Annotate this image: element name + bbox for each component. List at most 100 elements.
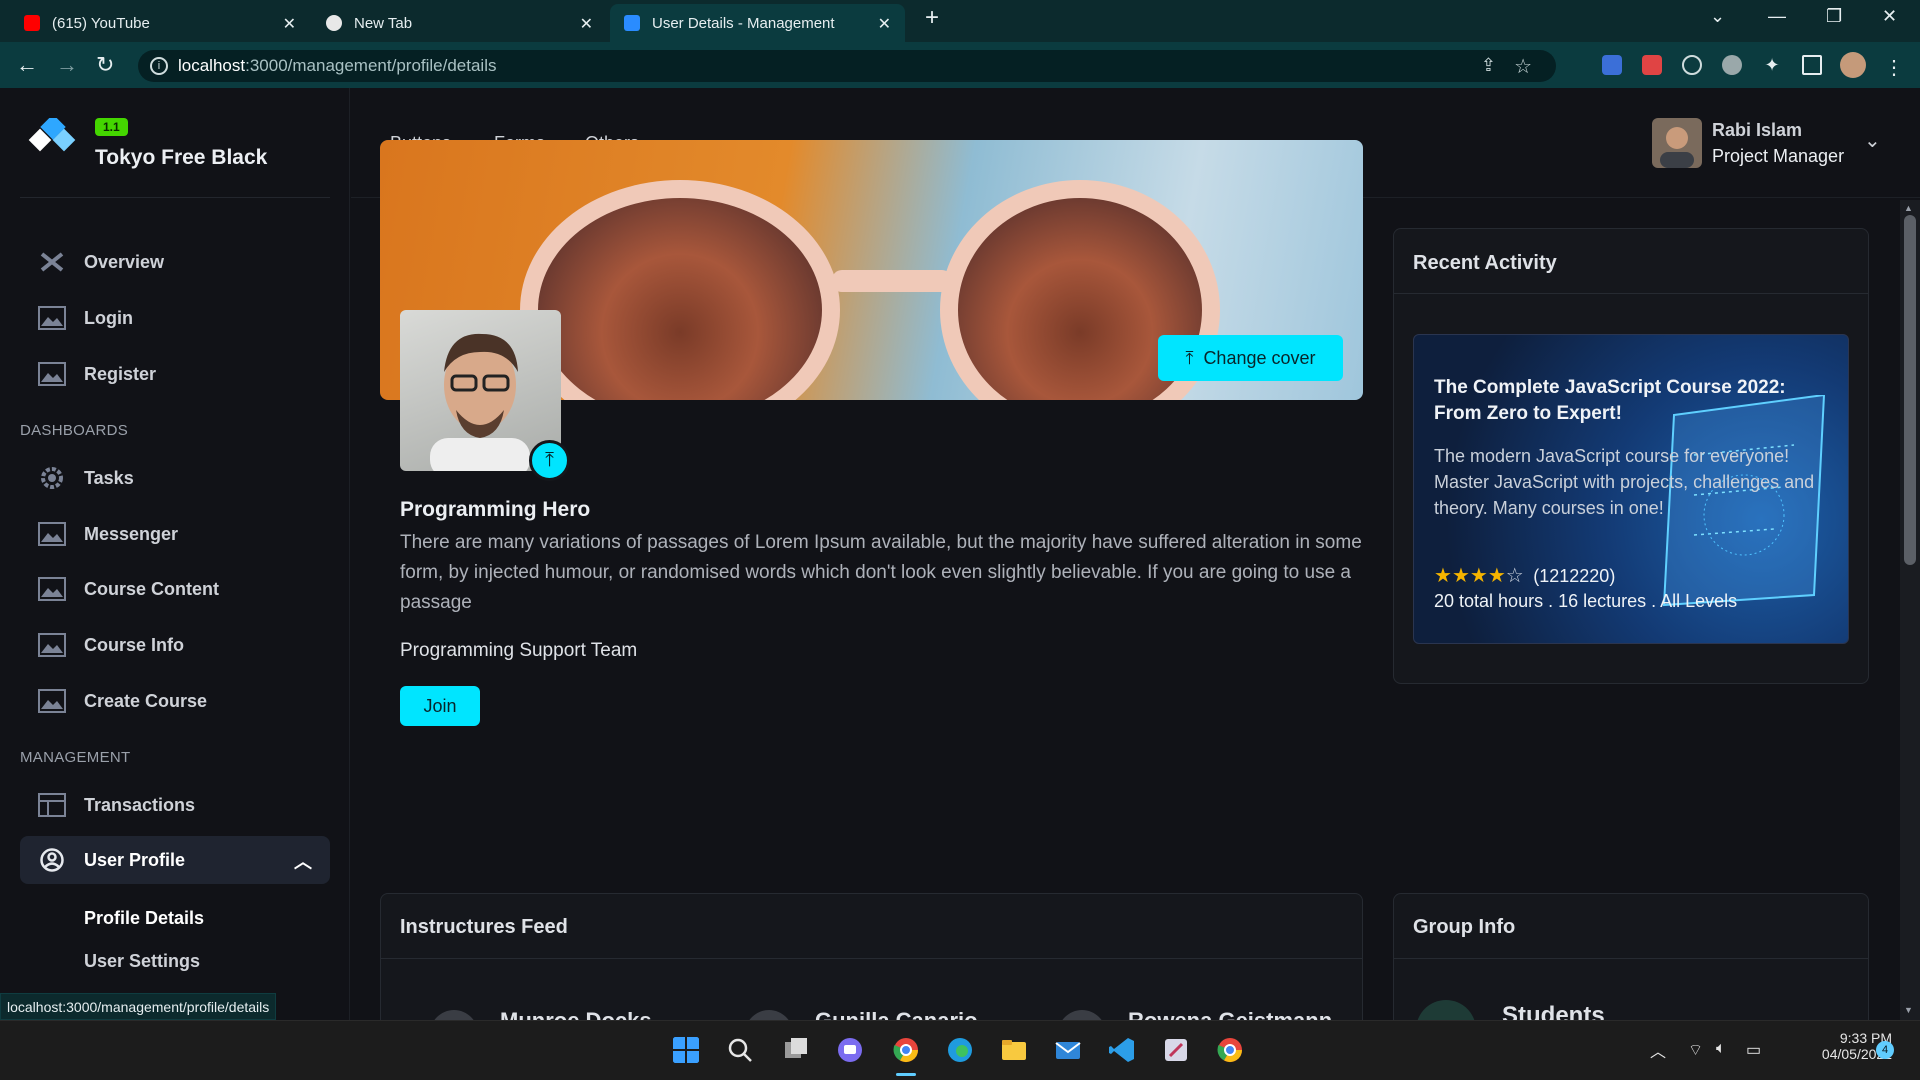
snipping-tool-icon[interactable] xyxy=(1162,1036,1190,1064)
instructors-feed-title: Instructures Feed xyxy=(400,916,568,938)
minimize-icon[interactable]: — xyxy=(1768,6,1786,27)
sidebar-subitem-user-settings[interactable]: User Settings xyxy=(84,951,200,972)
wifi-icon[interactable]: ⌔ xyxy=(1688,1040,1703,1060)
brand-title[interactable]: Tokyo Free Black xyxy=(95,146,267,170)
tab-new-tab[interactable]: New Tab ✕ xyxy=(312,4,607,42)
close-tab-icon[interactable]: ✕ xyxy=(878,14,891,34)
side-panel-icon[interactable] xyxy=(1802,55,1822,75)
sidebar-item-tasks[interactable]: Tasks xyxy=(20,454,330,502)
show-hidden-icons-icon[interactable]: ︿ xyxy=(1650,1038,1666,1062)
edge-icon[interactable] xyxy=(946,1036,974,1064)
gear-icon xyxy=(41,467,63,489)
back-icon[interactable]: ← xyxy=(16,52,38,78)
sidebar-item-course-content[interactable]: Course Content xyxy=(20,565,330,613)
windows-start-icon[interactable] xyxy=(672,1036,700,1064)
status-url: localhost:3000/management/profile/detail… xyxy=(0,993,277,1020)
browser-menu-icon[interactable]: ⋮ xyxy=(1884,55,1904,79)
vscode-icon[interactable] xyxy=(1108,1036,1136,1064)
tab-youtube[interactable]: (615) YouTube ✕ xyxy=(10,4,310,42)
image-icon xyxy=(38,362,66,386)
design-services-icon xyxy=(40,252,64,272)
image-icon xyxy=(38,633,66,657)
change-cover-button[interactable]: ⤒ Change cover xyxy=(1158,335,1343,381)
chrome-icon xyxy=(326,15,342,31)
group-info-title: Group Info xyxy=(1413,916,1516,938)
course-card[interactable]: The Complete JavaScript Course 2022: Fro… xyxy=(1413,334,1849,644)
divider xyxy=(1394,293,1868,294)
address-bar[interactable]: i localhost:3000/management/profile/deta… xyxy=(138,50,1556,82)
bookmark-star-icon[interactable]: ☆ xyxy=(1514,54,1532,79)
scroll-up-arrow-icon[interactable]: ▲ xyxy=(1904,203,1913,213)
profile-description: There are many variations of passages of… xyxy=(400,532,1362,613)
logo-icon xyxy=(28,118,76,152)
upload-icon: ⤒ xyxy=(1185,347,1194,368)
mail-icon[interactable] xyxy=(1054,1036,1082,1064)
sidebar-item-overview[interactable]: Overview xyxy=(20,238,330,286)
sidebar-item-user-profile[interactable]: User Profile ︿ xyxy=(20,836,330,884)
upload-icon: ⤒ xyxy=(545,449,554,471)
task-view-icon[interactable] xyxy=(782,1036,810,1064)
user-name[interactable]: Rabi Islam xyxy=(1712,120,1802,141)
version-badge: 1.1 xyxy=(95,118,128,136)
extension-download-icon[interactable] xyxy=(1602,55,1622,75)
extension-globe-icon[interactable] xyxy=(1722,55,1742,75)
sidebar-item-create-course[interactable]: Create Course xyxy=(20,677,330,725)
forward-icon[interactable]: → xyxy=(56,52,78,78)
join-button[interactable]: Join xyxy=(400,686,480,726)
avatar xyxy=(1652,118,1702,168)
chat-icon[interactable] xyxy=(836,1036,864,1064)
battery-icon[interactable]: ▭ xyxy=(1746,1040,1761,1060)
close-tab-icon[interactable]: ✕ xyxy=(580,14,593,34)
rating-count: (1212220) xyxy=(1533,566,1616,586)
sidebar-subitem-profile-details[interactable]: Profile Details xyxy=(84,908,204,929)
extensions-puzzle-icon[interactable]: ✦ xyxy=(1762,55,1782,75)
share-icon[interactable]: ⇪ xyxy=(1481,55,1496,76)
account-circle-icon xyxy=(40,848,64,872)
divider xyxy=(1394,958,1868,959)
file-explorer-icon[interactable] xyxy=(1000,1036,1028,1064)
scrollbar-thumb[interactable] xyxy=(1904,215,1916,565)
site-info-icon[interactable]: i xyxy=(150,57,168,75)
user-menu[interactable] xyxy=(1652,118,1702,173)
star-filled-icon: ★ xyxy=(1469,565,1488,587)
sidebar: 1.1 Tokyo Free Black Overview Login Regi… xyxy=(0,88,350,1020)
upload-avatar-button[interactable]: ⤒ xyxy=(529,440,570,481)
close-window-icon[interactable]: ✕ xyxy=(1882,6,1897,27)
profile-name: Programming Hero xyxy=(400,498,591,521)
course-meta: 20 total hours . 16 lectures . All Level… xyxy=(1434,591,1738,611)
extension-tool-icon[interactable] xyxy=(1642,55,1662,75)
chrome-icon[interactable] xyxy=(892,1036,920,1064)
tab-search-icon[interactable]: ⌄ xyxy=(1710,6,1725,27)
sidebar-item-course-info[interactable]: Course Info xyxy=(20,621,330,669)
user-role: Project Manager xyxy=(1712,146,1845,166)
tab-user-details[interactable]: User Details - Management ✕ xyxy=(610,4,905,42)
chrome-icon[interactable] xyxy=(1216,1036,1244,1064)
rating: ★★★★☆ (1212220) xyxy=(1434,563,1615,588)
divider xyxy=(20,197,330,198)
search-icon[interactable] xyxy=(726,1036,754,1064)
sidebar-item-messenger[interactable]: Messenger xyxy=(20,510,330,558)
youtube-icon xyxy=(24,15,40,31)
star-filled-icon: ★ xyxy=(1487,565,1506,587)
tab-strip: (615) YouTube ✕ New Tab ✕ User Details -… xyxy=(0,0,1920,42)
sidebar-item-login[interactable]: Login xyxy=(20,294,330,342)
chevron-up-icon: ︿ xyxy=(294,852,312,872)
image-icon xyxy=(38,689,66,713)
sidebar-item-register[interactable]: Register xyxy=(20,350,330,398)
scroll-down-arrow-icon[interactable]: ▼ xyxy=(1904,1005,1913,1015)
user-menu-chevron-icon[interactable]: ⌄ xyxy=(1864,128,1881,153)
new-tab-icon[interactable]: + xyxy=(925,4,939,32)
reload-icon[interactable]: ↻ xyxy=(96,52,114,78)
table-icon xyxy=(38,793,66,817)
course-title[interactable]: The Complete JavaScript Course 2022: Fro… xyxy=(1434,375,1834,427)
sidebar-item-transactions[interactable]: Transactions xyxy=(20,781,330,829)
app-favicon-icon xyxy=(624,15,640,31)
extension-target-icon[interactable] xyxy=(1682,55,1702,75)
notification-badge[interactable]: 4 xyxy=(1876,1041,1894,1059)
star-filled-icon: ★ xyxy=(1434,565,1452,587)
close-tab-icon[interactable]: ✕ xyxy=(283,14,296,34)
profile-avatar-icon[interactable] xyxy=(1840,52,1866,78)
divider xyxy=(381,958,1362,959)
restore-icon[interactable]: ❐ xyxy=(1826,6,1842,27)
volume-icon[interactable]: 🔈︎ xyxy=(1716,1040,1726,1058)
